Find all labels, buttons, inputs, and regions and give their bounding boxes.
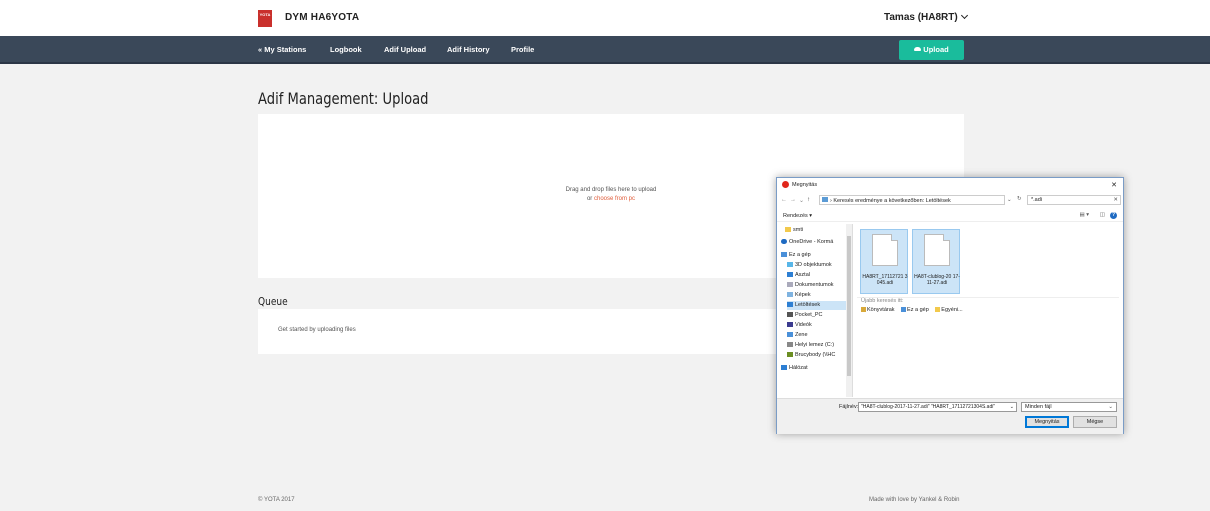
nav-my-stations[interactable]: « My Stations [258, 45, 306, 54]
nav-profile[interactable]: Profile [511, 45, 534, 54]
chevron-down-icon[interactable]: ⌄ [1010, 404, 1014, 410]
device-icon [787, 312, 793, 318]
opera-icon [782, 181, 789, 188]
cloud-upload-icon [914, 47, 922, 51]
nav-adif-upload[interactable]: Adif Upload [384, 45, 426, 54]
sidebar-item-music[interactable]: Zene [787, 331, 851, 340]
dropzone-or: or [586, 196, 593, 202]
top-bar: YOTA DYM HA6YOTA Tamas (HA8RT) [0, 0, 1210, 36]
back-icon[interactable]: ← [781, 197, 787, 203]
view-options-icon[interactable]: ▤ ▾ [1080, 212, 1090, 218]
forward-icon[interactable]: → [790, 197, 796, 203]
dialog-toolbar: Rendezés ▾ ▤ ▾ ◫ ? [777, 211, 1123, 222]
filetype-select[interactable]: Minden fájl ⌄ [1021, 402, 1117, 412]
scroll-thumb[interactable] [847, 236, 851, 376]
picture-icon [787, 292, 793, 298]
queue-heading: Queue [258, 295, 288, 308]
up-icon[interactable]: ↑ [807, 197, 810, 203]
chevron-down-icon [960, 11, 968, 20]
file-name: HA8RT_17112721 3045.adi [862, 274, 908, 286]
chevron-down-icon: ⌄ [1108, 404, 1113, 410]
file-item[interactable]: HA8T-clublog-20 17-11-27.adi [912, 229, 960, 294]
filename-input[interactable]: "HA8T-clublog-2017-11-27.adi" "HA8RT_171… [858, 402, 1017, 412]
sidebar-item-this-pc[interactable]: Ez a gép [781, 251, 845, 260]
address-bar[interactable]: › Keresés eredménye a következőben: Letö… [819, 195, 1005, 205]
sidebar-scrollbar[interactable] [846, 224, 852, 397]
computer-icon [781, 252, 787, 258]
help-icon[interactable]: ? [1110, 212, 1117, 219]
navigation-pane: smti OneDrive - Kormá Ez a gép 3D objekt… [779, 224, 853, 397]
file-icon [872, 234, 898, 266]
recent-dropdown-icon[interactable]: ⌄ [799, 197, 804, 204]
cube-icon [787, 262, 793, 268]
link-libraries[interactable]: Könyvtárak [861, 307, 895, 313]
dialog-titlebar[interactable]: Megnyitás ✕ [777, 178, 1123, 192]
computer-icon [901, 307, 907, 313]
footer-copyright: © YOTA 2017 [258, 497, 295, 503]
folder-icon [822, 197, 828, 202]
dialog-footer: Fájlnév: "HA8T-clublog-2017-11-27.adi" "… [777, 398, 1123, 434]
nav-logbook[interactable]: Logbook [330, 45, 362, 54]
upload-button[interactable]: Upload [899, 40, 964, 60]
address-row: ← → ⌄ ↑ › Keresés eredménye a következőb… [781, 195, 1121, 206]
sidebar-item-onedrive[interactable]: OneDrive - Kormá [781, 238, 845, 247]
choose-from-pc-link[interactable]: choose from pc [594, 196, 635, 202]
folder-icon [785, 227, 791, 233]
document-icon [787, 282, 793, 288]
link-custom[interactable]: Egyéni... [935, 307, 963, 313]
network-icon [781, 365, 787, 371]
search-input[interactable]: *.adi ✕ [1027, 195, 1121, 205]
desktop-icon [787, 272, 793, 278]
queue-empty-text: Get started by uploading files [278, 327, 356, 333]
sidebar-item-network[interactable]: Hálózat [781, 364, 845, 373]
clear-search-icon[interactable]: ✕ [1113, 197, 1118, 203]
sidebar-item-videos[interactable]: Videók [787, 321, 851, 330]
address-dropdown-icon[interactable]: ⌄ [1007, 197, 1012, 203]
sidebar-item-local-disk[interactable]: Helyi lemez (C:) [787, 341, 851, 350]
link-this-pc[interactable]: Ez a gép [901, 307, 929, 313]
sidebar-item-documents[interactable]: Dokumentumok [787, 281, 851, 290]
sidebar-item-pocket-pc[interactable]: Pocket_PC [787, 311, 851, 320]
search-again-links: Könyvtárak Ez a gép Egyéni... [861, 307, 968, 313]
footer-credits: Made with love by Yankel & Robin [869, 497, 960, 503]
music-icon [787, 332, 793, 338]
download-icon [787, 302, 793, 308]
cancel-button[interactable]: Mégse [1073, 416, 1117, 428]
filename-label: Fájlnév: [839, 404, 859, 410]
file-open-dialog: Megnyitás ✕ ← → ⌄ ↑ › Keresés eredménye … [776, 177, 1124, 434]
sidebar-item-downloads[interactable]: Letöltések [787, 301, 851, 310]
refresh-icon[interactable]: ↻ [1017, 196, 1022, 202]
organize-button[interactable]: Rendezés ▾ [783, 213, 812, 219]
preview-pane-icon[interactable]: ◫ [1100, 212, 1105, 218]
folder-icon [935, 307, 941, 313]
nav-adif-history[interactable]: Adif History [447, 45, 490, 54]
file-item[interactable]: HA8RT_17112721 3045.adi [860, 229, 908, 294]
user-menu[interactable]: Tamas (HA8RT) [884, 11, 968, 23]
yota-logo[interactable]: YOTA [258, 10, 272, 27]
sidebar-item-smti[interactable]: smti [785, 226, 849, 235]
open-button[interactable]: Megnyitás [1025, 416, 1069, 428]
dialog-title: Megnyitás [792, 182, 818, 188]
station-name[interactable]: DYM HA6YOTA [285, 12, 359, 23]
sidebar-item-desktop[interactable]: Asztal [787, 271, 851, 280]
user-name: Tamas (HA8RT) [884, 12, 958, 23]
sidebar-item-3d-objects[interactable]: 3D objektumok [787, 261, 851, 270]
file-name: HA8T-clublog-20 17-11-27.adi [914, 274, 960, 286]
library-icon [861, 307, 866, 313]
nav-bar: « My Stations Logbook Adif Upload Adif H… [0, 36, 1210, 64]
sidebar-item-network-drive[interactable]: Brucybody (\\HC [787, 351, 851, 360]
drive-icon [787, 342, 793, 348]
close-icon[interactable]: ✕ [1111, 181, 1117, 189]
video-icon [787, 322, 793, 328]
search-again-label: Újabb keresés itt: [861, 298, 904, 304]
sidebar-item-pictures[interactable]: Képek [787, 291, 851, 300]
network-drive-icon [787, 352, 793, 358]
cloud-icon [781, 239, 787, 245]
page-title: Adif Management: Upload [258, 89, 429, 108]
file-icon [924, 234, 950, 266]
